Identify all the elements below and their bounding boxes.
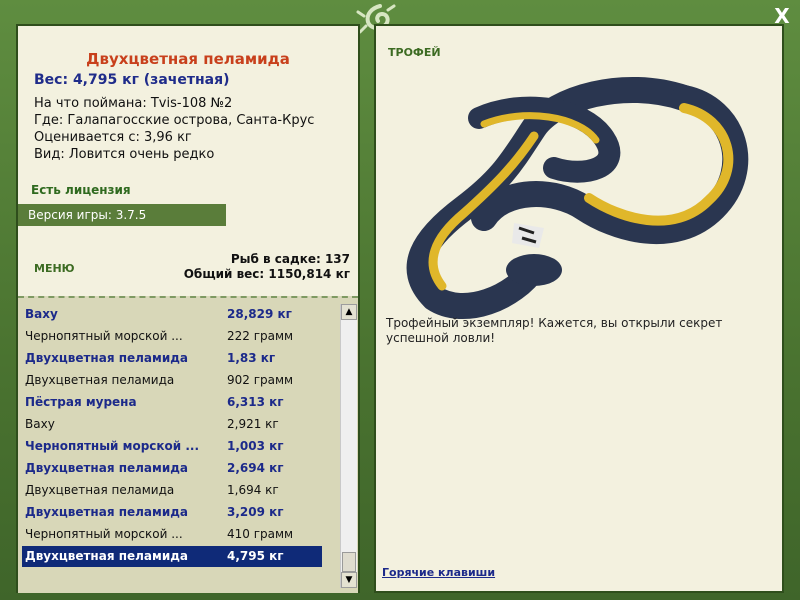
- catch-row-name: Пёстрая мурена: [25, 395, 137, 409]
- catch-row-name: Двухцветная пеламида: [25, 461, 189, 475]
- hotkeys-link[interactable]: Горячие клавиши: [382, 566, 495, 579]
- catch-row-weight: 4,795 кг: [227, 549, 284, 563]
- catch-row-name: Двухцветная пеламида: [25, 373, 175, 387]
- catch-row-weight: 6,313 кг: [227, 395, 284, 409]
- catch-row-name: Чернопятный морской ...: [25, 439, 200, 453]
- catch-row[interactable]: Двухцветная пеламида 2,694 кг: [22, 458, 322, 479]
- catch-row[interactable]: Двухцветная пеламида 1,83 кг: [22, 348, 322, 369]
- catch-row-name: Ваху: [25, 307, 58, 321]
- fish-weight: Вес: 4,795 кг (зачетная): [34, 72, 230, 88]
- bait-info: На что поймана: Tvis-108 №2: [34, 96, 233, 111]
- scroll-up-button[interactable]: ▲: [341, 304, 357, 320]
- fish-title: Двухцветная пеламида: [86, 50, 290, 68]
- catch-row-name: Ваху: [25, 417, 55, 431]
- sea-snake-image: [406, 76, 749, 319]
- catch-row-name: Двухцветная пеламида: [25, 505, 189, 519]
- catch-list: Ваху 28,829 кг Чернопятный морской ... 222 …: [18, 296, 358, 593]
- catch-row-name: Двухцветная пеламида: [25, 351, 189, 365]
- value-info: Оценивается с: 3,96 кг: [34, 130, 192, 145]
- catch-row-weight: 410 грамм: [227, 527, 294, 541]
- catch-row-weight: 902 грамм: [227, 373, 294, 387]
- catch-row-selected[interactable]: Двухцветная пеламида 4,795 кг: [22, 546, 322, 567]
- net-stats: Рыб в садке: 137 Общий вес: 1150,814 кг: [184, 252, 350, 282]
- catch-row-weight: 1,003 кг: [227, 439, 284, 453]
- catch-row-name: Чернопятный морской ...: [25, 527, 183, 541]
- fish-info-panel: Двухцветная пеламида Вес: 4,795 кг (заче…: [16, 24, 360, 593]
- license-status: Есть лицензия: [31, 183, 131, 197]
- catch-row-name: Двухцветная пеламида: [25, 483, 175, 497]
- menu-button[interactable]: МЕНЮ: [34, 262, 75, 275]
- catch-row[interactable]: Чернопятный морской ... 410 грамм: [22, 524, 322, 545]
- catch-row-weight: 2,694 кг: [227, 461, 284, 475]
- catch-row-weight: 2,921 кг: [227, 417, 279, 431]
- total-weight: Общий вес: 1150,814 кг: [183, 267, 350, 281]
- catch-row[interactable]: Пёстрая мурена 6,313 кг: [22, 392, 322, 413]
- scroll-thumb[interactable]: [342, 552, 356, 572]
- version-bar: Версия игры: 3.7.5: [18, 204, 226, 226]
- catch-row[interactable]: Двухцветная пеламида 1,694 кг: [22, 480, 322, 501]
- catch-row-name: Двухцветная пеламида: [25, 549, 189, 563]
- location-info: Где: Галапагосские острова, Санта-Крус: [34, 113, 315, 128]
- catch-row[interactable]: Двухцветная пеламида 3,209 кг: [22, 502, 322, 523]
- catch-row-name: Чернопятный морской ...: [25, 329, 183, 343]
- catch-row-weight: 222 грамм: [227, 329, 294, 343]
- catch-row-weight: 3,209 кг: [227, 505, 284, 519]
- rarity-info: Вид: Ловится очень редко: [34, 147, 215, 162]
- catch-row-weight: 1,694 кг: [227, 483, 279, 497]
- catch-row[interactable]: Двухцветная пеламида 902 грамм: [22, 370, 322, 391]
- trophy-panel: ТРОФЕЙ Трофейный экземпляр! Кажется, вы …: [374, 24, 784, 593]
- catch-row[interactable]: Ваху 2,921 кг: [22, 414, 322, 435]
- catch-row-weight: 28,829 кг: [227, 307, 292, 321]
- catch-list-scrollbar[interactable]: ▲ ▼: [340, 304, 357, 588]
- catch-row-weight: 1,83 кг: [227, 351, 276, 365]
- catch-row[interactable]: Чернопятный морской ... 222 грамм: [22, 326, 322, 347]
- catch-row[interactable]: Ваху 28,829 кг: [22, 304, 322, 325]
- scroll-down-button[interactable]: ▼: [341, 572, 357, 588]
- catch-row[interactable]: Чернопятный морской ... 1,003 кг: [22, 436, 322, 457]
- fish-count: Рыб в садке: 137: [230, 252, 350, 266]
- trophy-description: Трофейный экземпляр! Кажется, вы открыли…: [386, 316, 723, 345]
